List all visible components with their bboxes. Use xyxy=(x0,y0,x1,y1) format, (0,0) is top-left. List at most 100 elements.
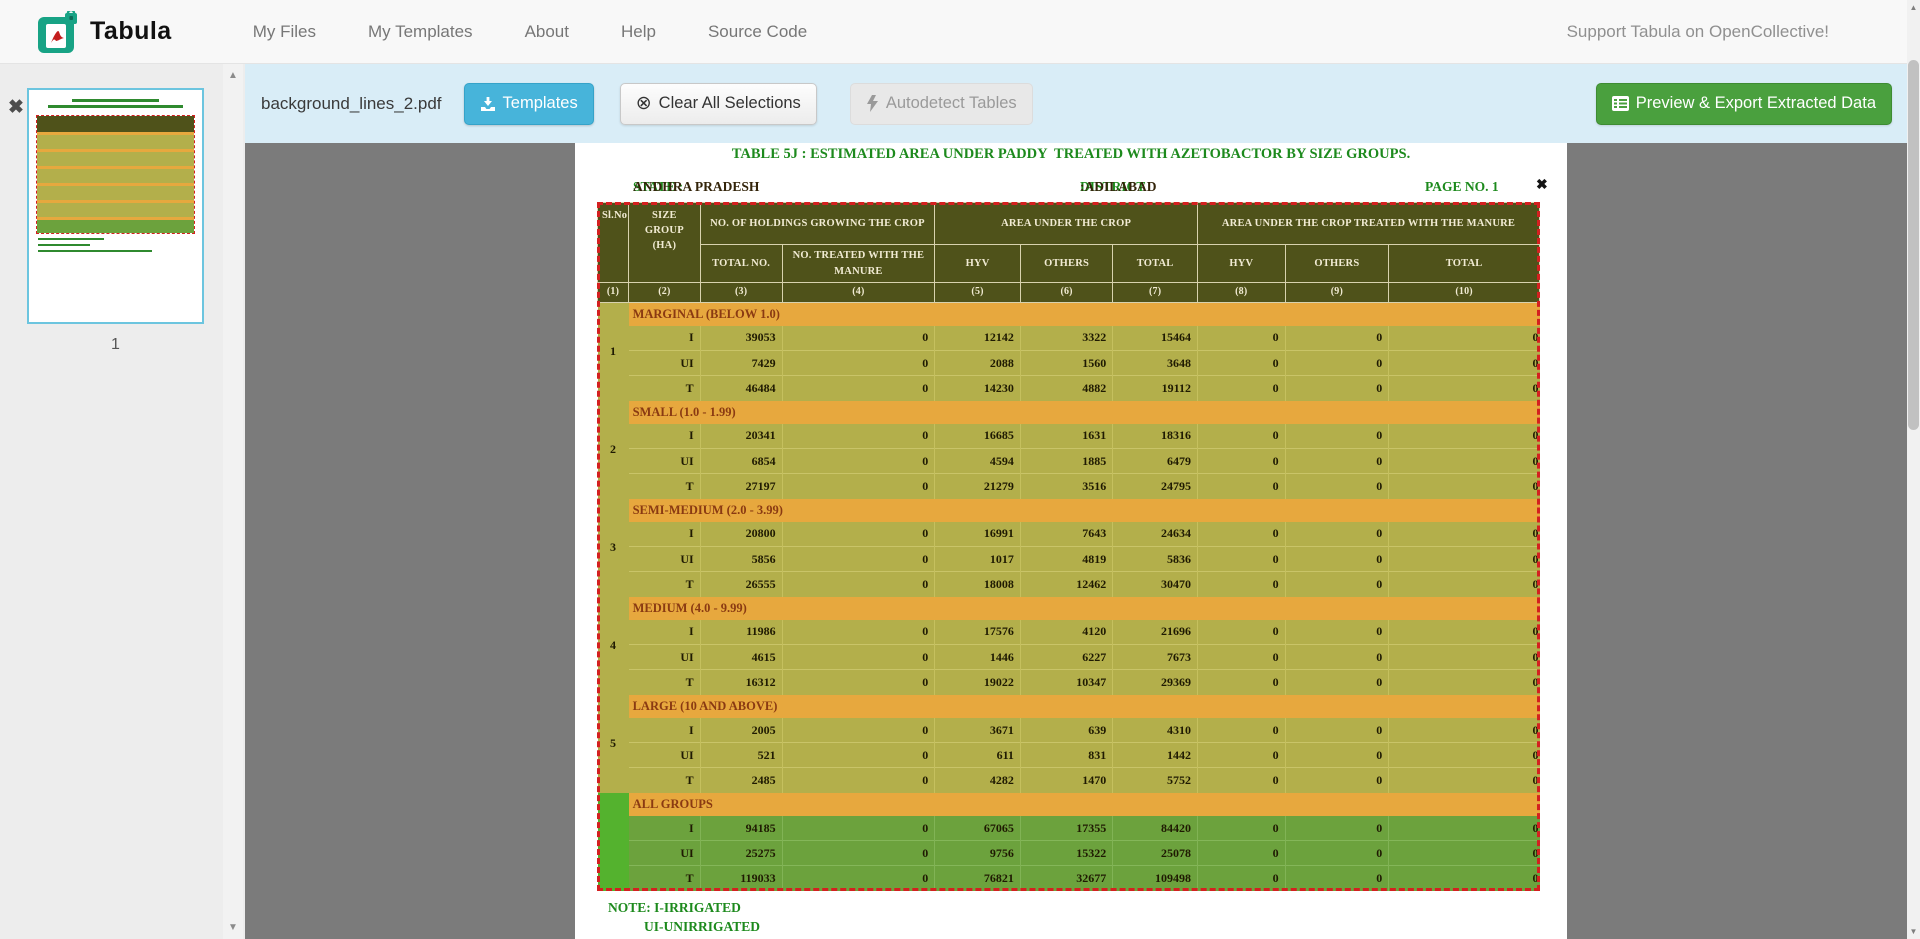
table-subheader-cell: TOTAL xyxy=(1389,245,1540,283)
data-cell: 26555 xyxy=(700,572,782,597)
data-cell: 16991 xyxy=(935,522,1021,547)
data-cell: 7643 xyxy=(1020,522,1112,547)
data-cell: 7673 xyxy=(1113,645,1198,670)
export-button[interactable]: Preview & Export Extracted Data xyxy=(1596,83,1892,125)
slno-cell: 1 xyxy=(598,303,629,401)
table-list-icon xyxy=(1612,96,1629,111)
nav-item-my-files[interactable]: My Files xyxy=(227,22,342,42)
scrollbar-down-icon[interactable]: ▼ xyxy=(1907,927,1920,936)
data-cell: 0 xyxy=(782,376,935,401)
data-cell: 11986 xyxy=(700,620,782,645)
data-cell: 3671 xyxy=(935,718,1021,743)
data-cell: 0 xyxy=(782,670,935,695)
data-cell: 0 xyxy=(1389,670,1540,695)
scroll-up-icon[interactable]: ▲ xyxy=(223,70,243,81)
data-cell: 0 xyxy=(1285,768,1389,793)
document-viewport[interactable]: TABLE 5J : ESTIMATED AREA UNDER PADDY TR… xyxy=(245,143,1907,939)
table-header-cell: NO. OF HOLDINGS GROWING THE CROP xyxy=(700,203,935,245)
data-cell: 4882 xyxy=(1020,376,1112,401)
filename-label: background_lines_2.pdf xyxy=(261,94,442,114)
document-title: TABLE 5J : ESTIMATED AREA UNDER PADDY TR… xyxy=(575,146,1567,163)
data-cell: 17355 xyxy=(1020,816,1112,841)
table-selection[interactable]: Sl.NoSIZE GROUP (HA)NO. OF HOLDINGS GROW… xyxy=(597,202,1540,891)
table-row: I20341016685163118316000 xyxy=(598,424,1540,449)
table-row: I2005036716394310000 xyxy=(598,718,1540,743)
thumb-subtitle-line xyxy=(48,105,183,108)
data-cell: 19022 xyxy=(935,670,1021,695)
data-cell: 1446 xyxy=(935,645,1021,670)
data-cell: 4594 xyxy=(935,449,1021,474)
brand-title[interactable]: Tabula xyxy=(90,17,172,46)
data-cell: 0 xyxy=(1285,670,1389,695)
brand[interactable]: Tabula xyxy=(38,11,172,53)
data-cell: 2088 xyxy=(935,351,1021,376)
data-cell: 0 xyxy=(782,449,935,474)
row-label-cell: I xyxy=(629,424,701,449)
data-cell: 0 xyxy=(1389,424,1540,449)
data-cell: 0 xyxy=(1389,449,1540,474)
browser-scrollbar[interactable]: ▲ ▼ xyxy=(1907,0,1920,939)
scrollbar-thumb[interactable] xyxy=(1908,60,1919,430)
close-page-icon[interactable]: ✖ xyxy=(8,96,24,119)
group-band-label: LARGE (10 AND ABOVE) xyxy=(629,695,1540,718)
table-column-number: (10) xyxy=(1389,283,1540,303)
sidebar-scrollbar[interactable]: ▲ ▼ xyxy=(223,64,243,939)
data-cell: 14230 xyxy=(935,376,1021,401)
group-band-label: MEDIUM (4.0 - 9.99) xyxy=(629,597,1540,620)
nav-item-help[interactable]: Help xyxy=(595,22,682,42)
data-cell: 27197 xyxy=(700,474,782,499)
data-cell: 0 xyxy=(1198,768,1286,793)
table-header-cell: AREA UNDER THE CROP xyxy=(935,203,1198,245)
extracted-table: Sl.NoSIZE GROUP (HA)NO. OF HOLDINGS GROW… xyxy=(597,202,1540,891)
delete-selection-icon[interactable]: ✖ xyxy=(1536,176,1548,193)
autodetect-tables-button[interactable]: Autodetect Tables xyxy=(850,83,1033,125)
data-cell: 0 xyxy=(782,645,935,670)
data-cell: 0 xyxy=(1198,670,1286,695)
row-label-cell: T xyxy=(629,768,701,793)
data-cell: 0 xyxy=(1285,645,1389,670)
data-cell: 32677 xyxy=(1020,866,1112,891)
data-cell: 0 xyxy=(1198,449,1286,474)
table-header-cell: SIZE GROUP (HA) xyxy=(629,203,701,283)
data-cell: 0 xyxy=(1389,866,1540,891)
data-cell: 0 xyxy=(782,474,935,499)
page-no-field: PAGE NO. 1 xyxy=(1425,179,1499,195)
scrollbar-up-icon[interactable]: ▲ xyxy=(1907,3,1920,12)
support-link[interactable]: Support Tabula on OpenCollective! xyxy=(1567,22,1829,42)
data-cell: 25078 xyxy=(1113,841,1198,866)
data-cell: 0 xyxy=(782,841,935,866)
clear-selections-button[interactable]: ⊗ Clear All Selections xyxy=(620,83,817,125)
data-cell: 6227 xyxy=(1020,645,1112,670)
data-cell: 94185 xyxy=(700,816,782,841)
pdf-page[interactable]: TABLE 5J : ESTIMATED AREA UNDER PADDY TR… xyxy=(575,143,1567,939)
row-label-cell: I xyxy=(629,326,701,351)
templates-button[interactable]: Templates xyxy=(464,83,594,125)
scroll-down-icon[interactable]: ▼ xyxy=(223,922,243,933)
data-cell: 0 xyxy=(1285,449,1389,474)
data-cell: 0 xyxy=(782,351,935,376)
nav-item-source-code[interactable]: Source Code xyxy=(682,22,833,42)
row-label-cell: T xyxy=(629,474,701,499)
data-cell: 0 xyxy=(782,620,935,645)
row-label-cell: I xyxy=(629,620,701,645)
table-row: T265550180081246230470000 xyxy=(598,572,1540,597)
page-thumbnail[interactable] xyxy=(27,88,204,324)
table-header-cell: AREA UNDER THE CROP TREATED WITH THE MAN… xyxy=(1198,203,1540,245)
data-cell: 18316 xyxy=(1113,424,1198,449)
data-cell: 21279 xyxy=(935,474,1021,499)
nav-item-about[interactable]: About xyxy=(499,22,595,42)
data-cell: 0 xyxy=(1198,376,1286,401)
row-label-cell: UI xyxy=(629,645,701,670)
nav-item-my-templates[interactable]: My Templates xyxy=(342,22,499,42)
table-row: UI25275097561532225078000 xyxy=(598,841,1540,866)
data-cell: 2485 xyxy=(700,768,782,793)
data-cell: 0 xyxy=(1389,522,1540,547)
data-cell: 0 xyxy=(1198,841,1286,866)
data-cell: 0 xyxy=(1389,841,1540,866)
data-cell: 0 xyxy=(1198,816,1286,841)
data-cell: 0 xyxy=(1389,743,1540,768)
data-cell: 0 xyxy=(1389,474,1540,499)
table-subheader-cell: TOTAL xyxy=(1113,245,1198,283)
row-label-cell: I xyxy=(629,718,701,743)
group-band-row: 1MARGINAL (BELOW 1.0) xyxy=(598,303,1540,326)
